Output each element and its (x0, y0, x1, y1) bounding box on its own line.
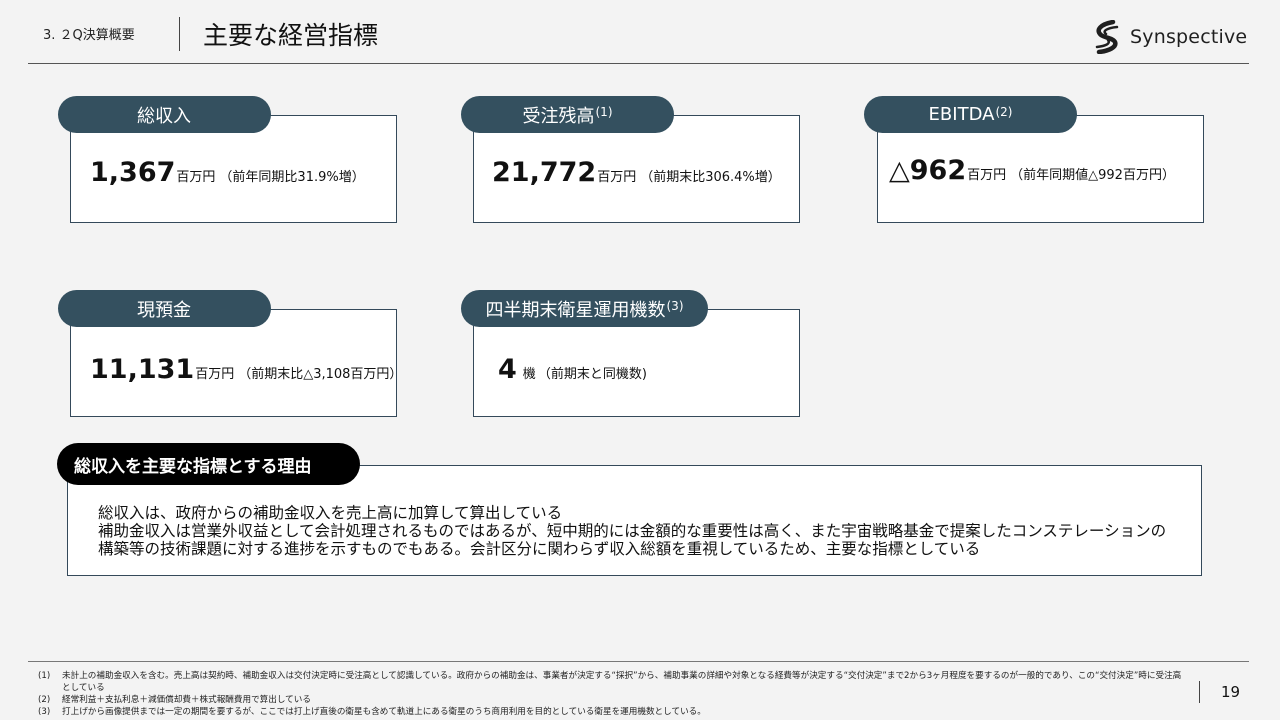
footnote-1-num: (1) (38, 671, 51, 681)
satellites-unit: 機 (522, 367, 536, 382)
cash-deposits-label: 現預金 (58, 290, 271, 327)
header-rule (28, 63, 1249, 64)
header-divider (179, 17, 180, 51)
footer-rule (28, 661, 1249, 662)
company-logo: Synspective (1091, 20, 1247, 54)
page-number: 19 (1221, 683, 1241, 701)
footnote-2: (2) 経常利益＋支払利息＋減価償却費＋株式報酬費用で算出している (38, 694, 1188, 706)
footnote-3: (3) 打上げから画像提供までは一定の期間を要するが、ここでは打上げ直後の衛星も… (38, 706, 1188, 718)
ebitda-unit: 百万円 (967, 168, 1007, 183)
ebitda-note: （前年同期値△992百万円） (1010, 168, 1175, 183)
total-revenue-note: （前年同期比31.9%増） (219, 170, 365, 185)
footnote-1: (1) 未計上の補助金収入を含む。売上高は契約時、補助金収入は交付決定時に受注高… (38, 670, 1188, 694)
reason-title: 総収入を主要な指標とする理由 (57, 443, 360, 485)
order-backlog-note: （前期末比306.4%増） (640, 170, 781, 185)
footnote-3-text: 打上げから画像提供までは一定の期間を要するが、ここでは打上げ直後の衛星も含めて軌… (62, 707, 706, 717)
order-backlog-unit: 百万円 (597, 170, 637, 185)
footnote-1-text: 未計上の補助金収入を含む。売上高は契約時、補助金収入は交付決定時に受注高として認… (62, 671, 1182, 693)
total-revenue-unit: 百万円 (176, 170, 216, 185)
footnote-3-num: (3) (38, 707, 51, 717)
ebitda-label-text: EBITDA (928, 104, 995, 125)
total-revenue-value: 1,367 (90, 157, 176, 188)
cash-deposits-label-text: 現預金 (137, 299, 191, 321)
satellites-label-sup: (3) (666, 298, 684, 313)
footnote-2-text: 経常利益＋支払利息＋減価償却費＋株式報酬費用で算出している (62, 695, 311, 705)
footnotes: (1) 未計上の補助金収入を含む。売上高は契約時、補助金収入は交付決定時に受注高… (38, 670, 1188, 718)
page-number-divider (1199, 681, 1200, 703)
order-backlog-value: 21,772 (492, 157, 597, 188)
section-label: 3. ２Q決算概要 (43, 28, 135, 43)
logo-text: Synspective (1130, 26, 1248, 48)
satellites-note: （前期末と同機数) (537, 367, 647, 382)
satellites-label-text: 四半期末衛星運用機数 (485, 299, 666, 321)
order-backlog-metric: 21,772 百万円 （前期末比306.4%増） (492, 157, 781, 188)
ebitda-label-sup: (2) (995, 104, 1013, 119)
satellites-value: 4 (498, 354, 517, 385)
cash-deposits-unit: 百万円 (195, 367, 235, 382)
cash-deposits-note: （前期末比△3,108百万円） (238, 367, 403, 382)
satellites-metric: 4 機 （前期末と同機数) (498, 354, 647, 385)
order-backlog-label: 受注残高 (1) (461, 96, 674, 133)
reason-text: 総収入は、政府からの補助金収入を売上高に加算して算出している 補助金収入は営業外… (98, 504, 1178, 558)
satellites-label: 四半期末衛星運用機数 (3) (461, 290, 708, 327)
synspective-logo-icon (1095, 20, 1119, 54)
total-revenue-label: 総収入 (58, 96, 271, 133)
footnote-2-num: (2) (38, 695, 51, 705)
ebitda-label: EBITDA (2) (864, 96, 1077, 133)
total-revenue-metric: 1,367 百万円 （前年同期比31.9%増） (90, 157, 365, 188)
ebitda-value: △962 (889, 155, 967, 186)
page-title: 主要な経営指標 (203, 21, 379, 50)
cash-deposits-value: 11,131 (90, 354, 195, 385)
slide-header: 3. ２Q決算概要 主要な経営指標 Synspective (0, 0, 1280, 64)
reason-line-2: 補助金収入は営業外収益として会計処理されるものではあるが、短中期的には金額的な重… (98, 522, 1167, 558)
order-backlog-label-sup: (1) (595, 104, 613, 119)
reason-line-1: 総収入は、政府からの補助金収入を売上高に加算して算出している (98, 504, 563, 522)
total-revenue-label-text: 総収入 (137, 105, 191, 127)
cash-deposits-metric: 11,131 百万円 （前期末比△3,108百万円） (90, 354, 402, 385)
order-backlog-label-text: 受注残高 (522, 105, 595, 127)
ebitda-metric: △962 百万円 （前年同期値△992百万円） (889, 155, 1175, 186)
